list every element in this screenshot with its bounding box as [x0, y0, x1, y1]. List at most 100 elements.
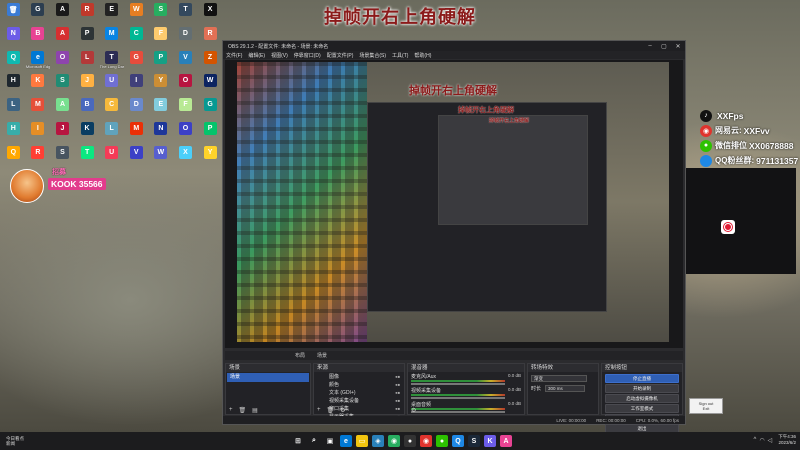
- desktop-icon[interactable]: M: [124, 121, 149, 145]
- menu-item[interactable]: 文件(F): [226, 52, 242, 59]
- desktop-icon[interactable]: J: [50, 121, 75, 145]
- wechat-icon[interactable]: ●: [436, 435, 448, 447]
- task-view-icon[interactable]: ▣: [324, 435, 336, 447]
- desktop-icon[interactable]: E: [149, 97, 174, 121]
- volume-icon[interactable]: ◁: [768, 437, 773, 444]
- menu-item[interactable]: 帮助(H): [414, 52, 431, 59]
- remove-scene-icon[interactable]: 🗑: [239, 407, 247, 414]
- desktop-icon[interactable]: Z: [198, 50, 223, 74]
- signout-button[interactable]: Sign out Exit: [689, 398, 723, 414]
- menu-item[interactable]: 场景集合(S): [359, 52, 386, 59]
- desktop-icon[interactable]: I: [124, 73, 149, 97]
- desktop-icon[interactable]: L: [1, 97, 26, 121]
- desktop-icon[interactable]: U: [99, 73, 124, 97]
- desktop-icon[interactable]: C: [124, 26, 149, 50]
- gear-icon[interactable]: ⚙: [340, 407, 345, 414]
- chrome-icon[interactable]: ◉: [388, 435, 400, 447]
- transition-type-select[interactable]: 渐变: [531, 374, 587, 382]
- desktop-icon[interactable]: O: [173, 73, 198, 97]
- desktop-icon[interactable]: V: [173, 50, 198, 74]
- record-icon[interactable]: [721, 220, 735, 234]
- desktop-icon[interactable]: L: [75, 50, 100, 74]
- desktop-icon[interactable]: Q: [1, 50, 26, 74]
- desktop-icon[interactable]: L: [99, 121, 124, 145]
- desktop-icon[interactable]: Y: [149, 73, 174, 97]
- source-item[interactable]: 文本 (GDI+): [315, 389, 403, 397]
- desktop-icon[interactable]: K: [26, 73, 51, 97]
- chevron-up-icon[interactable]: ^: [754, 437, 757, 443]
- qq-icon[interactable]: Q: [452, 435, 464, 447]
- control-button[interactable]: 工作室模式: [605, 404, 679, 413]
- file-explorer-icon[interactable]: ▭: [356, 435, 368, 447]
- desktop-icon[interactable]: W: [149, 145, 174, 169]
- start-icon[interactable]: ⊞: [292, 435, 304, 447]
- desktop-icon[interactable]: N: [149, 121, 174, 145]
- desktop-icon[interactable]: W: [198, 73, 223, 97]
- scene-item[interactable]: 场景: [227, 373, 309, 382]
- control-button[interactable]: 启动虚拟摄像机: [605, 394, 679, 403]
- desktop-icon[interactable]: G: [198, 97, 223, 121]
- desktop-icon[interactable]: S: [50, 73, 75, 97]
- control-button[interactable]: 停止直播: [605, 374, 679, 383]
- remove-source-icon[interactable]: 🗑: [327, 407, 335, 414]
- desktop-icon[interactable]: I: [26, 121, 51, 145]
- search-icon[interactable]: ⌕: [308, 435, 320, 447]
- desktop-icon[interactable]: D: [173, 26, 198, 50]
- menu-item[interactable]: 工具(T): [392, 52, 408, 59]
- source-item[interactable]: 图像: [315, 373, 403, 381]
- tab-scenes[interactable]: 场景: [317, 352, 327, 359]
- edge-icon[interactable]: e: [340, 435, 352, 447]
- desktop-icon[interactable]: R: [198, 26, 223, 50]
- desktop-icon[interactable]: M: [99, 26, 124, 50]
- desktop-icon[interactable]: P: [198, 121, 223, 145]
- duration-input[interactable]: 300 ms: [545, 384, 586, 392]
- clock[interactable]: 下午4:36 2023/6/2: [778, 434, 796, 446]
- desktop-icon[interactable]: D: [124, 97, 149, 121]
- tab-layout[interactable]: 布局: [295, 352, 305, 359]
- desktop-icon[interactable]: B: [75, 97, 100, 121]
- close-icon[interactable]: ✕: [671, 43, 685, 50]
- desktop-icon[interactable]: A: [50, 26, 75, 50]
- desktop-icon[interactable]: O: [50, 50, 75, 74]
- filter-icon[interactable]: ▤: [252, 407, 258, 414]
- netease-icon[interactable]: ◉: [420, 435, 432, 447]
- desktop-icon[interactable]: N: [1, 26, 26, 50]
- kook-icon[interactable]: K: [484, 435, 496, 447]
- source-item[interactable]: 视频采集设备: [315, 397, 403, 405]
- mixer-settings-icon[interactable]: ⚙: [411, 407, 416, 414]
- menu-item[interactable]: 配置文件(P): [327, 52, 354, 59]
- obs-icon[interactable]: ●: [404, 435, 416, 447]
- obs-preview[interactable]: 掉帧开右上角硬解 掉帧开右上角硬解 掉帧开右上角硬解: [225, 60, 683, 348]
- desktop-icon[interactable]: M: [26, 97, 51, 121]
- volume-slider[interactable]: [411, 383, 505, 385]
- desktop-icon[interactable]: J: [75, 73, 100, 97]
- desktop-icon[interactable]: F: [149, 26, 174, 50]
- desktop-icon[interactable]: T The Long Dark: [99, 50, 124, 74]
- maximize-icon[interactable]: ▢: [657, 43, 671, 50]
- add-source-icon[interactable]: +: [317, 407, 321, 413]
- desktop-icon[interactable]: V: [124, 145, 149, 169]
- desktop-icon[interactable]: P: [75, 26, 100, 50]
- desktop-icon[interactable]: G: [124, 50, 149, 74]
- desktop-icon[interactable]: X: [173, 145, 198, 169]
- minimize-icon[interactable]: –: [643, 43, 657, 50]
- desktop-icon[interactable]: O: [173, 121, 198, 145]
- desktop-icon[interactable]: K: [75, 121, 100, 145]
- source-item[interactable]: 颜色: [315, 381, 403, 389]
- network-icon[interactable]: ◠: [759, 437, 764, 444]
- desktop-icon[interactable]: C: [99, 97, 124, 121]
- menu-item[interactable]: 编辑(E): [248, 52, 265, 59]
- app-icon[interactable]: A: [500, 435, 512, 447]
- steam-icon[interactable]: S: [468, 435, 480, 447]
- news-widget[interactable]: 今日看点 新闻: [0, 436, 60, 446]
- desktop-icon[interactable]: P: [149, 50, 174, 74]
- menu-item[interactable]: 视图(V): [271, 52, 288, 59]
- desktop-icon[interactable]: A: [50, 97, 75, 121]
- obs-window[interactable]: OBS 29.1.2 - 配置文件: 未命名 - 场景: 未命名 – ▢ ✕ 文…: [222, 40, 686, 433]
- desktop-icon[interactable]: B: [26, 26, 51, 50]
- obs-titlebar[interactable]: OBS 29.1.2 - 配置文件: 未命名 - 场景: 未命名 – ▢ ✕: [223, 41, 685, 51]
- desktop-icon[interactable]: H: [1, 121, 26, 145]
- desktop-icon[interactable]: eMicrosoft Edge: [26, 50, 51, 74]
- control-button[interactable]: 开始录制: [605, 384, 679, 393]
- volume-slider[interactable]: [411, 397, 505, 399]
